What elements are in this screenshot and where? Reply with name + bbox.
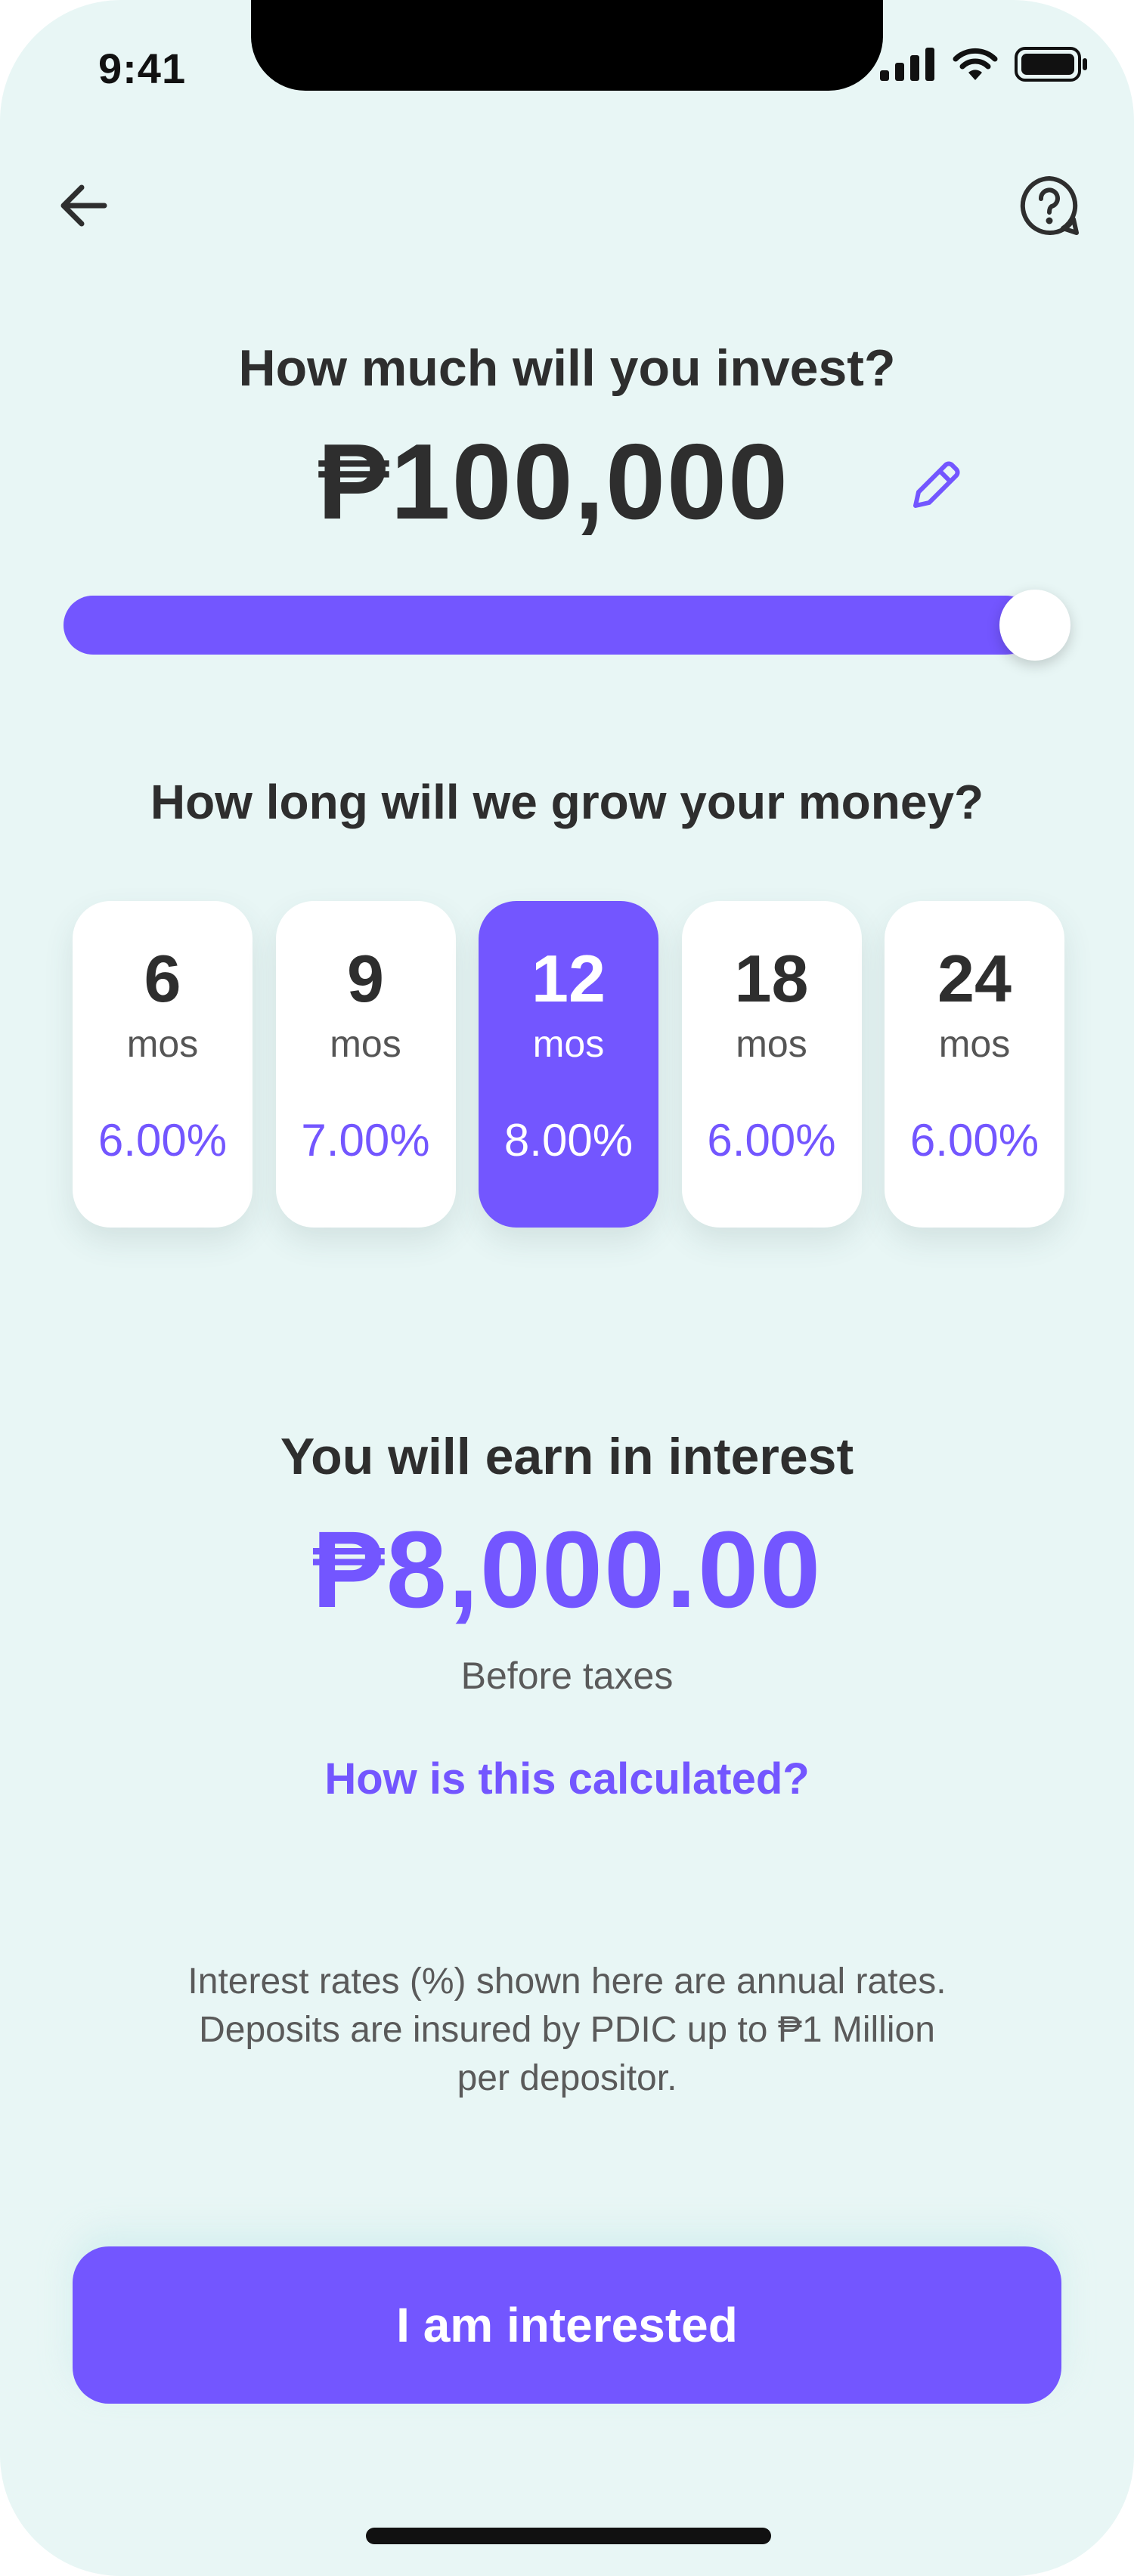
interested-button[interactable]: I am interested — [73, 2246, 1061, 2404]
arrow-left-icon — [60, 184, 107, 227]
term-months: 6 — [144, 941, 181, 1016]
edit-amount-button[interactable] — [900, 449, 972, 522]
term-options: 6 mos 6.00% 9 mos 7.00% 12 mos 8.00% 18 … — [73, 901, 1064, 1228]
disclaimer-line: per depositor. — [457, 2058, 677, 2098]
back-button[interactable] — [45, 166, 124, 245]
cellular-signal-icon — [880, 48, 934, 81]
term-unit: mos — [532, 1023, 605, 1065]
wifi-icon — [953, 48, 998, 80]
term-months: 9 — [347, 941, 384, 1016]
term-rate: 6.00% — [707, 1115, 836, 1166]
term-rate: 6.00% — [98, 1115, 228, 1166]
home-indicator — [366, 2528, 771, 2544]
amount-slider[interactable] — [64, 590, 1070, 661]
earn-title: You will earn in interest — [280, 1428, 854, 1485]
term-option-24[interactable]: 24 mos 6.00% — [885, 901, 1064, 1228]
disclaimer: Interest rates (%) shown here are annual… — [136, 1958, 998, 2103]
term-option-18[interactable]: 18 mos 6.00% — [681, 901, 862, 1228]
term-option-6[interactable]: 6 mos 6.00% — [73, 901, 253, 1228]
term-months: 18 — [734, 941, 809, 1016]
disclaimer-line: Deposits are insured by PDIC up to ₱1 Mi… — [199, 2010, 935, 2050]
slider-fill — [64, 596, 1035, 655]
term-rate: 6.00% — [909, 1115, 1040, 1166]
investment-amount[interactable]: ₱100,000 — [318, 420, 789, 544]
term-rate: 7.00% — [301, 1115, 430, 1166]
pencil-icon — [913, 461, 960, 508]
phone-screen: 9:41 How much will you invest? ₱100,000 … — [0, 0, 1134, 2576]
disclaimer-line: Interest rates (%) shown here are annual… — [187, 1961, 947, 2002]
before-taxes-note: Before taxes — [460, 1655, 674, 1697]
status-time: 9:41 — [98, 45, 187, 92]
device-notch — [251, 0, 883, 91]
question-bubble-icon — [1020, 176, 1079, 235]
term-option-9[interactable]: 9 mos 7.00% — [275, 901, 456, 1228]
term-months: 24 — [937, 941, 1012, 1016]
how-calculated-link[interactable]: How is this calculated? — [0, 1754, 1134, 1804]
investment-question: How much will you invest? — [238, 339, 896, 397]
term-unit: mos — [736, 1023, 807, 1065]
help-button[interactable] — [1010, 166, 1089, 245]
battery-icon — [1015, 47, 1087, 82]
interest-amount: ₱8,000.00 — [311, 1509, 823, 1630]
term-unit: mos — [330, 1023, 401, 1065]
term-unit: mos — [126, 1023, 199, 1065]
status-icons — [880, 47, 1089, 82]
term-months: 12 — [531, 941, 606, 1016]
term-option-12[interactable]: 12 mos 8.00% — [479, 901, 658, 1228]
term-unit: mos — [938, 1023, 1011, 1065]
term-question: How long will we grow your money? — [150, 775, 984, 829]
term-rate: 8.00% — [503, 1115, 634, 1166]
slider-handle[interactable] — [999, 590, 1070, 661]
